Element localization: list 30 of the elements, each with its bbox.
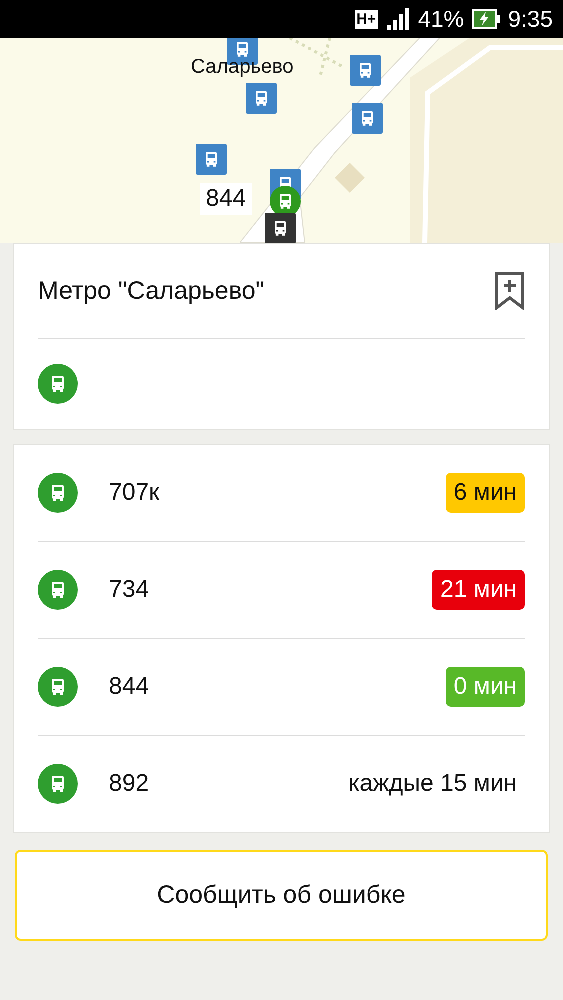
report-error-button[interactable]: Сообщить об ошибке [15, 850, 548, 941]
arrival-time-badge: 0 мин [446, 667, 525, 707]
battery-charging-icon [472, 9, 500, 29]
route-number: 734 [109, 576, 150, 604]
route-number: 844 [109, 673, 150, 701]
bus-icon [38, 570, 78, 610]
arrival-interval: каждые 15 мин [348, 770, 517, 798]
route-number: 892 [109, 770, 150, 798]
arrival-time-badge: 21 мин [432, 570, 525, 610]
battery-level: 41% [418, 6, 464, 32]
clock: 9:35 [508, 6, 553, 32]
building-shape [335, 163, 365, 193]
route-number: 707к [109, 479, 161, 507]
bookmark-add-icon[interactable] [495, 272, 525, 310]
bus-icon [38, 364, 78, 404]
bus-icon [38, 764, 78, 804]
bus-icon [38, 473, 78, 513]
signal-icon [386, 8, 410, 30]
network-type: H+ [354, 10, 378, 28]
vehicle-label: 844 [200, 183, 252, 215]
bus-icon [38, 667, 78, 707]
place-label: Саларьево [191, 56, 294, 79]
bus-stop-marker[interactable] [350, 55, 381, 86]
stop-title: Метро "Саларьево" [38, 276, 265, 306]
arrival-time-badge: 6 мин [446, 473, 525, 513]
bus-stop-marker[interactable] [265, 213, 296, 243]
map[interactable]: Саларьево 844 [0, 38, 563, 243]
bus-stop-marker[interactable] [352, 103, 383, 134]
bus-stop-marker[interactable] [246, 83, 277, 114]
bus-stop-marker[interactable] [196, 144, 227, 175]
